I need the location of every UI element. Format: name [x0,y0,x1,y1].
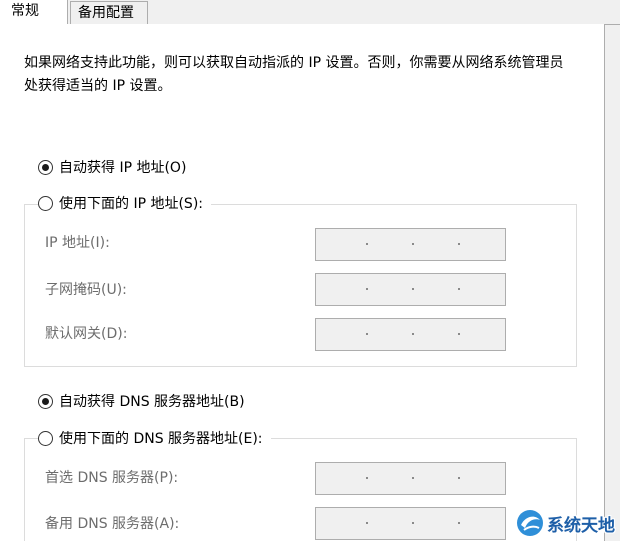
subnet-mask-dot [458,288,460,290]
ip-address-dot [366,243,368,245]
alternate-dns-label: 备用 DNS 服务器(A): [45,516,180,532]
tab-general[interactable]: 常规 [0,0,68,24]
watermark-logo-icon [517,510,543,536]
default-gateway-dot [412,333,414,335]
site-watermark: 系统天地 [515,508,615,538]
dns-auto-radio[interactable] [38,393,53,409]
ip-properties-dialog: 常规 备用配置 如果网络支持此功能，则可以获取自动指派的 IP 设置。否则，你需… [0,0,620,541]
ip-address-field [315,228,506,261]
preferred-dns-dot [458,477,460,479]
dns-manual-radio[interactable] [38,430,53,446]
tab-general-label: 常规 [11,3,39,19]
ip-auto-radio[interactable] [38,159,53,175]
subnet-mask-label: 子网掩码(U): [45,282,127,298]
preferred-dns-field [315,462,506,495]
preferred-dns-dot [366,477,368,479]
ip-manual-radio[interactable] [38,195,53,211]
dns-manual-radio-option[interactable]: 使用下面的 DNS 服务器地址(E): [38,428,271,448]
subnet-mask-dot [412,288,414,290]
alternate-dns-dot [458,522,460,524]
watermark-text: 系统天地 [547,515,615,536]
ip-address-dot [458,243,460,245]
default-gateway-dot [366,333,368,335]
subnet-mask-field [315,273,506,306]
ip-auto-radio-option[interactable]: 自动获得 IP 地址(O) [38,157,195,177]
alternate-dns-dot [366,522,368,524]
alternate-dns-field [315,507,506,540]
dns-manual-radio-label: 使用下面的 DNS 服务器地址(E): [59,431,263,447]
ip-manual-radio-option[interactable]: 使用下面的 IP 地址(S): [38,193,211,213]
preferred-dns-dot [412,477,414,479]
subnet-mask-dot [366,288,368,290]
preferred-dns-label: 首选 DNS 服务器(P): [45,470,179,486]
alternate-dns-dot [412,522,414,524]
ip-address-dot [412,243,414,245]
ip-address-label: IP 地址(I): [45,235,110,251]
dns-auto-radio-option[interactable]: 自动获得 DNS 服务器地址(B) [38,391,253,411]
default-gateway-dot [458,333,460,335]
dns-auto-radio-label: 自动获得 DNS 服务器地址(B) [59,394,245,410]
tab-alternate-configuration[interactable]: 备用配置 [70,1,148,24]
ip-auto-radio-label: 自动获得 IP 地址(O) [59,160,187,176]
description-text: 如果网络支持此功能，则可以获取自动指派的 IP 设置。否则，你需要从网络系统管理… [24,55,564,94]
ip-manual-radio-label: 使用下面的 IP 地址(S): [59,196,203,212]
default-gateway-field [315,318,506,351]
tab-alternate-configuration-label: 备用配置 [78,5,134,21]
default-gateway-label: 默认网关(D): [45,326,128,342]
